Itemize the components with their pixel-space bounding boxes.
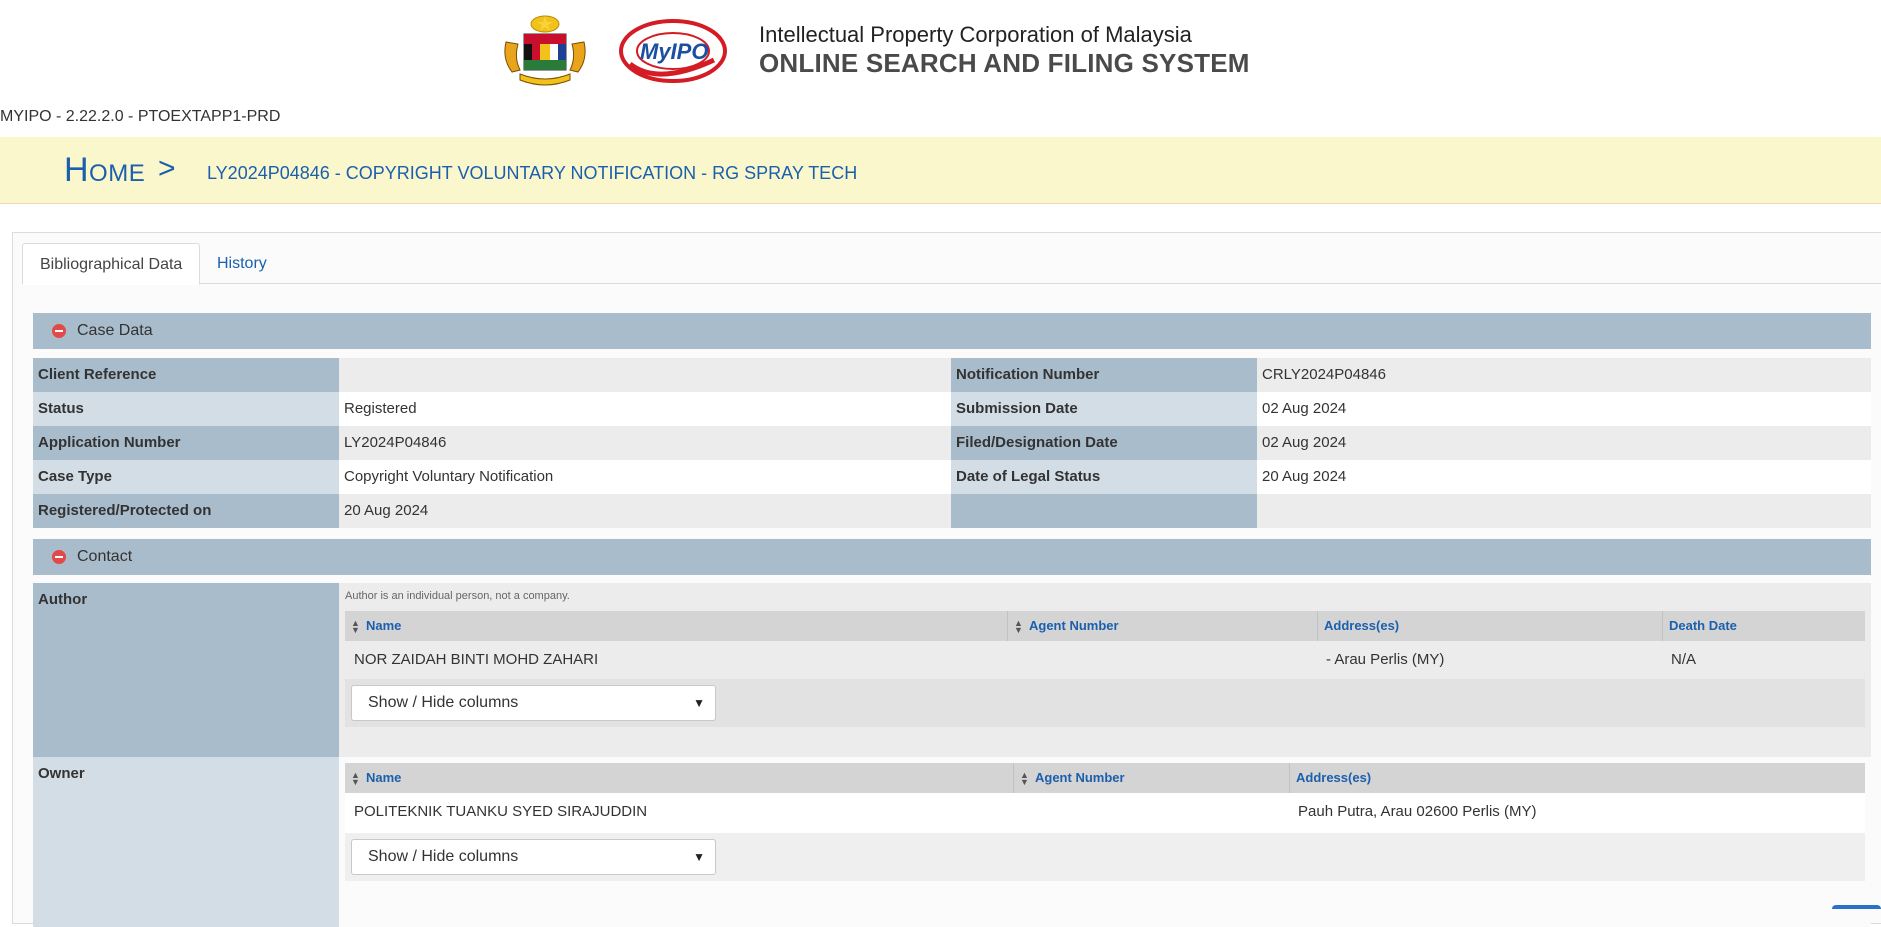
column-header-name[interactable]: ▲ ▼ Name [345, 763, 1013, 793]
client-reference-label: Client Reference [33, 358, 339, 392]
status-label: Status [33, 392, 339, 426]
application-number-value: LY2024P04846 [339, 426, 951, 460]
owner-agent-number [1013, 793, 1289, 831]
breadcrumb-home-link[interactable]: Home [64, 151, 145, 190]
author-note: Author is an individual person, not a co… [345, 590, 570, 602]
owner-area: ▲ ▼ Name ▲ ▼ Agent Number Address(es) POLITE… [339, 757, 1871, 927]
legal-status-date-label: Date of Legal Status [951, 460, 1257, 494]
collapse-icon[interactable] [52, 550, 66, 564]
case-detail-panel: Bibliographical Data History Case Data C… [12, 232, 1881, 927]
author-name: NOR ZAIDAH BINTI MOHD ZAHARI [354, 651, 599, 668]
tab-bibliographical-data[interactable]: Bibliographical Data [22, 243, 201, 285]
status-value: Registered [339, 392, 951, 426]
owner-address: Pauh Putra, Arau 02600 Perlis (MY) [1298, 803, 1537, 820]
owner-label: Owner [33, 757, 339, 927]
sort-icon[interactable]: ▲ ▼ [1014, 618, 1023, 634]
page-title: LY2024P04846 - COPYRIGHT VOLUNTARY NOTIF… [207, 163, 858, 183]
collapse-icon[interactable] [52, 324, 66, 338]
column-header-agent-number[interactable]: ▲ ▼ Agent Number [1013, 763, 1289, 793]
table-row: POLITEKNIK TUANKU SYED SIRAJUDDIN Pauh P… [345, 793, 1865, 833]
registered-protected-value: 20 Aug 2024 [339, 494, 951, 528]
sort-icon[interactable]: ▲ ▼ [1020, 770, 1029, 786]
client-reference-value [339, 358, 951, 392]
sort-icon[interactable]: ▲ ▼ [351, 770, 360, 786]
application-number-label: Application Number [33, 426, 339, 460]
author-area: Author is an individual person, not a co… [339, 583, 1871, 757]
contact-section-header[interactable]: Contact [33, 539, 1871, 575]
chevron-down-icon: ▼ [693, 696, 705, 710]
author-table-header: ▲ ▼ Name ▲ ▼ Agent Number Address(es) Death … [345, 611, 1865, 641]
show-hide-columns-select[interactable]: Show / Hide columns ▼ [351, 839, 716, 875]
chevron-down-icon: ▼ [693, 850, 705, 864]
column-header-agent-number[interactable]: ▲ ▼ Agent Number [1007, 611, 1317, 641]
column-header-name[interactable]: ▲ ▼ Name [345, 611, 1007, 641]
tab-bar: Bibliographical Data History [22, 243, 1881, 285]
registered-protected-label: Registered/Protected on [33, 494, 339, 528]
tab-history[interactable]: History [200, 243, 284, 283]
malaysia-coat-of-arms-logo [504, 15, 586, 86]
submission-date-label: Submission Date [951, 392, 1257, 426]
show-hide-columns-select[interactable]: Show / Hide columns ▼ [351, 685, 716, 721]
notification-number-label: Notification Number [951, 358, 1257, 392]
author-agent-number [1007, 641, 1317, 679]
legal-status-date-value: 20 Aug 2024 [1257, 460, 1871, 494]
owner-column-toggle-bar: Show / Hide columns ▼ [345, 833, 1865, 881]
filed-designation-date-label: Filed/Designation Date [951, 426, 1257, 460]
case-data-section-header[interactable]: Case Data [33, 313, 1871, 349]
breadcrumb: Home > LY2024P04846 - COPYRIGHT VOLUNTAR… [0, 137, 1881, 204]
case-type-value: Copyright Voluntary Notification [339, 460, 951, 494]
filed-designation-date-value: 02 Aug 2024 [1257, 426, 1871, 460]
version-text: MYIPO - 2.22.2.0 - PTOEXTAPP1-PRD [0, 108, 281, 125]
column-header-addresses[interactable]: Address(es) [1289, 763, 1865, 793]
submission-date-value: 02 Aug 2024 [1257, 392, 1871, 426]
myipo-logo: MyIPO [619, 19, 727, 83]
svg-text:MyIPO: MyIPO [640, 39, 708, 64]
author-column-toggle-bar: Show / Hide columns ▼ [345, 679, 1865, 727]
section-title: Contact [77, 548, 133, 565]
owner-name: POLITEKNIK TUANKU SYED SIRAJUDDIN [354, 803, 648, 820]
column-header-death-date[interactable]: Death Date [1662, 611, 1865, 641]
column-header-addresses[interactable]: Address(es) [1317, 611, 1662, 641]
notification-number-value: CRLY2024P04846 [1257, 358, 1871, 392]
empty-value [1257, 494, 1871, 528]
author-label: Author [33, 583, 339, 757]
case-type-label: Case Type [33, 460, 339, 494]
table-row: NOR ZAIDAH BINTI MOHD ZAHARI - Arau Perl… [345, 641, 1865, 679]
organization-name: Intellectual Property Corporation of Mal… [759, 22, 1192, 47]
system-name: ONLINE SEARCH AND FILING SYSTEM [759, 48, 1250, 78]
author-address: - Arau Perlis (MY) [1326, 651, 1445, 668]
breadcrumb-separator: > [158, 152, 176, 185]
empty-label [951, 494, 1257, 528]
scroll-to-top-button[interactable] [1832, 905, 1881, 909]
section-title: Case Data [77, 322, 153, 339]
author-death-date: N/A [1671, 651, 1697, 668]
sort-icon[interactable]: ▲ ▼ [351, 618, 360, 634]
owner-table-header: ▲ ▼ Name ▲ ▼ Agent Number Address(es) [345, 763, 1865, 793]
